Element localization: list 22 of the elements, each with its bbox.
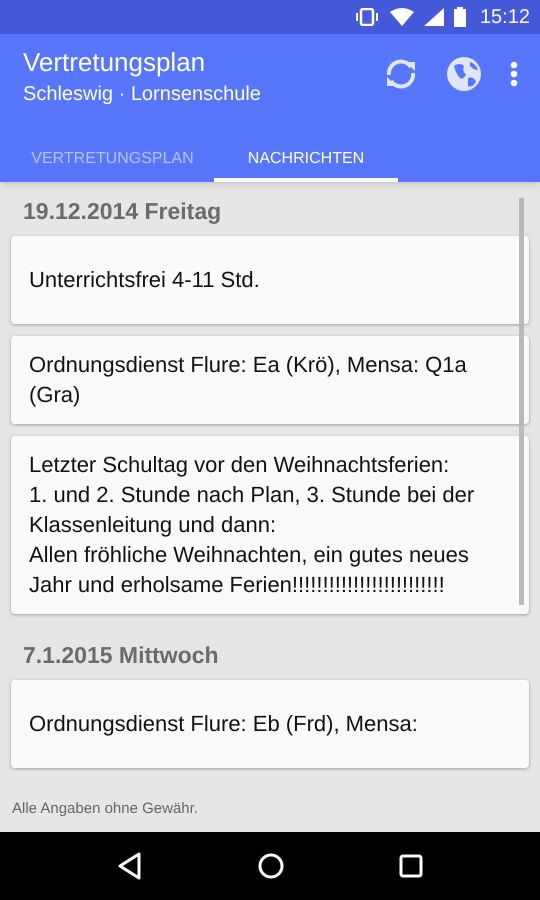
app-subtitle: Schleswig · Lornsenschule (23, 82, 262, 107)
globe-icon[interactable] (446, 56, 482, 92)
more-options-icon[interactable] (510, 61, 518, 87)
message-text: Letzter Schultag vor den Weihnachtsferien: 1. und 2. Stunde nach Plan, 3. Stunde bei der Klassenleitung und dann: Allen fröhliche Weihnachten, ein gutes neues Jahr und erholsame Ferien!!!!!!!!!!!!!!!!!!!!!!!!! (29, 451, 476, 599)
clock-time: 15:12 (480, 5, 530, 30)
message-text: Ordnungsdienst Flure: Ea (Krö), Mensa: Q1a (Gra) (29, 351, 468, 409)
tab[interactable]: NACHRICHTEN (214, 145, 398, 182)
vibrate-icon (354, 8, 380, 26)
date-heading: 19.12.2014 Freitag (22, 197, 222, 226)
refresh-icon[interactable] (384, 57, 418, 91)
tab[interactable]: VERTRETUNGSPLAN (11, 145, 214, 182)
message-text: Unterrichtsfrei 4-11 Std. (29, 266, 261, 294)
app-title: Vertretungsplan (23, 46, 206, 78)
recents-icon[interactable] (398, 854, 423, 878)
wifi-icon (390, 8, 414, 26)
signal-icon (424, 8, 444, 26)
message-text: Ordnungsdienst Flure: Eb (Frd), Mensa: (29, 710, 419, 738)
disclaimer-text: Alle Angaben ohne Gewähr. (12, 798, 198, 819)
date-heading: 7.1.2015 Mittwoch (22, 641, 220, 670)
home-icon[interactable] (258, 853, 284, 879)
back-icon[interactable] (117, 852, 144, 880)
battery-icon (454, 7, 466, 27)
